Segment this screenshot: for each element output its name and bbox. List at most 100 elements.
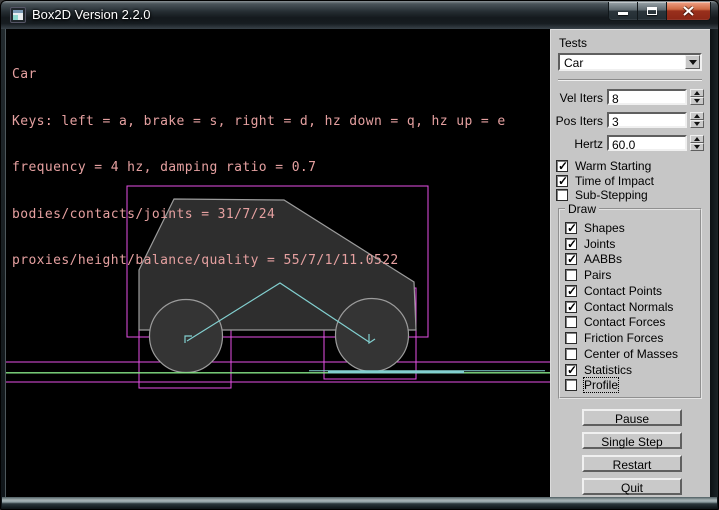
warm-starting-checkbox[interactable] — [556, 160, 568, 172]
vel-iters-input[interactable]: 8 — [607, 89, 687, 105]
checkbox-row-contact-normals[interactable]: Contact Normals — [565, 299, 700, 315]
hertz-spin-down[interactable] — [690, 143, 704, 151]
time-of-impact-checkbox[interactable] — [556, 175, 568, 187]
contact-normals-label: Contact Normals — [584, 300, 673, 314]
statistics-checkbox[interactable] — [565, 364, 577, 376]
app-icon — [10, 7, 26, 23]
checkbox-row-time-of-impact[interactable]: Time of Impact — [556, 174, 710, 189]
tests-label: Tests — [559, 36, 587, 50]
title-bar[interactable]: Box2D Version 2.2.0 — [1, 1, 718, 29]
profile-checkbox[interactable] — [565, 379, 577, 391]
control-panel: Tests Car Vel Iters 8 — [550, 29, 712, 499]
friction-forces-checkbox[interactable] — [565, 332, 577, 344]
friction-forces-label: Friction Forces — [584, 331, 663, 345]
vel-iters-spin-up[interactable] — [690, 89, 704, 97]
center-of-masses-checkbox[interactable] — [565, 348, 577, 360]
app-icon-accent — [13, 15, 18, 20]
statistics-label: Statistics — [584, 363, 632, 377]
spin-down-icon — [694, 122, 700, 126]
vel-iters-row: Vel Iters 8 — [551, 89, 713, 106]
caption-buttons — [608, 2, 711, 21]
shapes-label: Shapes — [584, 221, 625, 235]
pos-iters-input[interactable]: 3 — [607, 112, 687, 128]
checkbox-row-statistics[interactable]: Statistics — [565, 362, 700, 378]
close-button[interactable] — [667, 2, 711, 21]
contact-points-label: Contact Points — [584, 284, 662, 298]
pos-iters-spin-down[interactable] — [690, 120, 704, 128]
keys-help-text: Keys: left = a, brake = s, right = d, hz… — [12, 114, 506, 130]
pairs-checkbox[interactable] — [565, 269, 577, 281]
dropdown-button[interactable] — [685, 55, 700, 69]
aabbs-label: AABBs — [584, 252, 622, 266]
spin-down-icon — [694, 99, 700, 103]
checkbox-row-contact-points[interactable]: Contact Points — [565, 283, 700, 299]
chevron-down-icon — [689, 60, 697, 65]
maximize-button[interactable] — [638, 2, 667, 21]
pos-iters-row: Pos Iters 3 — [551, 112, 713, 129]
spin-up-icon — [694, 114, 700, 118]
checkbox-row-joints[interactable]: Joints — [565, 236, 700, 252]
profile-label: Profile — [584, 378, 618, 392]
right-wheel-shape[interactable] — [336, 299, 409, 372]
checkbox-row-profile[interactable]: Profile — [565, 378, 700, 394]
hertz-spin-up[interactable] — [690, 135, 704, 143]
test-select-dropdown[interactable]: Car — [558, 53, 702, 71]
window-title: Box2D Version 2.2.0 — [32, 7, 151, 22]
frequency-text: frequency = 4 hz, damping ratio = 0.7 — [12, 160, 506, 176]
contact-points-checkbox[interactable] — [565, 285, 577, 297]
checkbox-row-center-of-masses[interactable]: Center of Masses — [565, 346, 700, 362]
restart-button[interactable]: Restart — [582, 455, 682, 472]
warm-starting-label: Warm Starting — [575, 159, 651, 173]
spin-up-icon — [694, 137, 700, 141]
draw-group-title: Draw — [565, 202, 599, 216]
proxies-text: proxies/height/balance/quality = 55/7/1/… — [12, 253, 506, 269]
pause-button[interactable]: Pause — [582, 409, 682, 426]
hertz-row: Hertz 60.0 — [551, 135, 713, 152]
separator — [558, 79, 702, 81]
checkbox-row-sub-stepping[interactable]: Sub-Stepping — [556, 188, 710, 203]
joints-checkbox[interactable] — [565, 238, 577, 250]
maximize-icon — [647, 7, 657, 15]
shapes-checkbox[interactable] — [565, 222, 577, 234]
minimize-icon — [618, 12, 628, 15]
hertz-input[interactable]: 60.0 — [607, 135, 687, 151]
draw-group: Draw Shapes Joints AABBs — [558, 208, 702, 399]
contact-forces-checkbox[interactable] — [565, 316, 577, 328]
checkbox-row-pairs[interactable]: Pairs — [565, 267, 700, 283]
checkbox-row-aabbs[interactable]: AABBs — [565, 252, 700, 268]
single-step-button[interactable]: Single Step — [582, 432, 682, 449]
spin-down-icon — [694, 145, 700, 149]
close-icon — [682, 6, 695, 17]
pos-iters-spin-up[interactable] — [690, 112, 704, 120]
simulation-canvas[interactable]: Car Keys: left = a, brake = s, right = d… — [6, 29, 550, 499]
checkbox-row-friction-forces[interactable]: Friction Forces — [565, 330, 700, 346]
client-area: Car Keys: left = a, brake = s, right = d… — [6, 29, 712, 499]
checkbox-row-warm-starting[interactable]: Warm Starting — [556, 159, 710, 174]
center-of-masses-label: Center of Masses — [584, 347, 678, 361]
window-frame-bottom — [2, 497, 717, 508]
test-select-value: Car — [564, 56, 583, 70]
window-frame-left-highlight — [5, 29, 6, 497]
hertz-spinner — [690, 135, 704, 151]
joints-label: Joints — [584, 237, 615, 251]
aabbs-checkbox[interactable] — [565, 253, 577, 265]
pairs-label: Pairs — [584, 268, 611, 282]
contact-normals-checkbox[interactable] — [565, 301, 577, 313]
time-of-impact-label: Time of Impact — [575, 174, 654, 188]
solver-checkboxes: Warm Starting Time of Impact Sub-Steppin… — [556, 159, 710, 203]
contact-forces-label: Contact Forces — [584, 315, 665, 329]
hertz-label: Hertz — [551, 137, 603, 151]
minimize-button[interactable] — [608, 2, 638, 21]
vel-iters-spinner — [690, 89, 704, 105]
spin-up-icon — [694, 91, 700, 95]
app-window: Box2D Version 2.2.0 — [0, 0, 719, 510]
vel-iters-spin-down[interactable] — [690, 97, 704, 105]
checkbox-row-shapes[interactable]: Shapes — [565, 220, 700, 236]
counts-text: bodies/contacts/joints = 31/7/24 — [12, 207, 506, 223]
debug-text-block: Car Keys: left = a, brake = s, right = d… — [12, 36, 506, 300]
sub-stepping-checkbox[interactable] — [556, 189, 568, 201]
quit-button[interactable]: Quit — [582, 478, 682, 495]
app-icon-titlestrip — [13, 10, 23, 13]
window-frame-right — [710, 29, 718, 497]
checkbox-row-contact-forces[interactable]: Contact Forces — [565, 315, 700, 331]
